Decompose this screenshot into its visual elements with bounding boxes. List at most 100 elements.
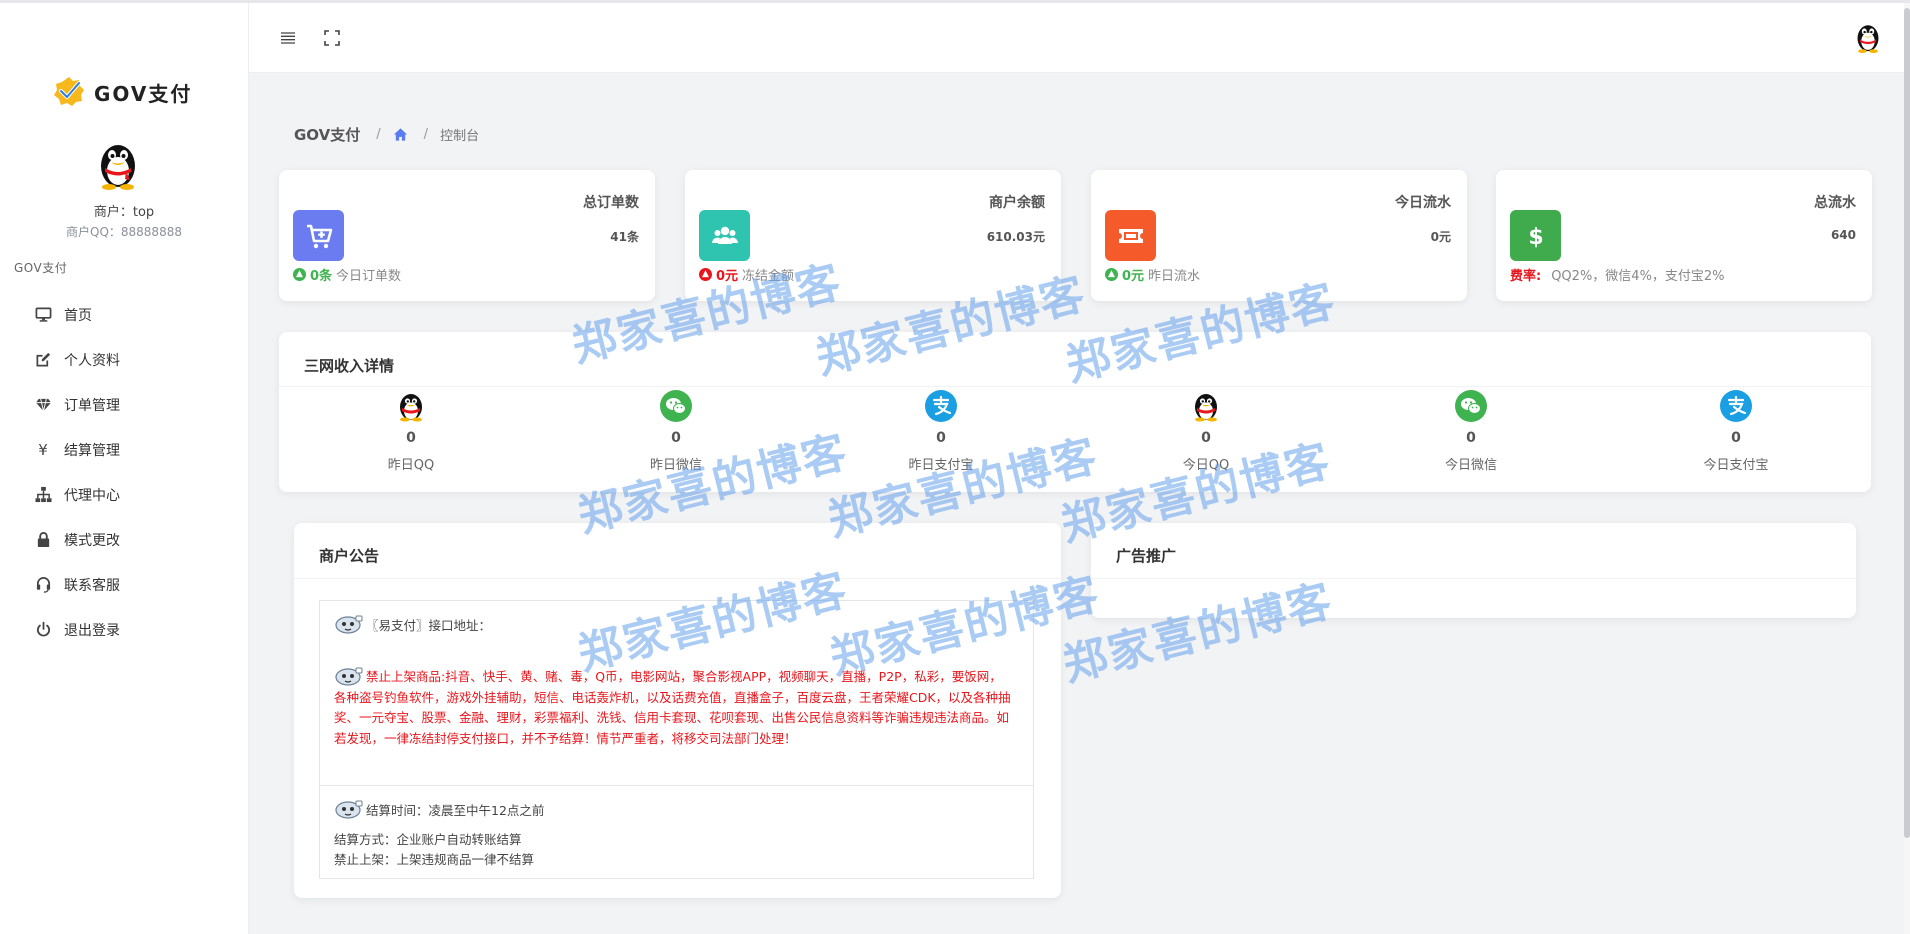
users-icon <box>699 210 750 261</box>
income-value: 0 <box>1731 430 1741 446</box>
divider <box>1091 578 1856 579</box>
notice-line: 结算时间：凌晨至中午12点之前 <box>334 798 544 820</box>
sidebar-item-profile[interactable]: 个人资料 <box>0 337 248 382</box>
hamburger-icon <box>281 32 295 44</box>
alipay-icon <box>1720 390 1752 422</box>
power-icon <box>34 621 52 639</box>
income-label: 昨日QQ <box>387 458 435 473</box>
brand-name: GOV支付 <box>94 81 193 106</box>
stat-title: 总订单数 <box>583 195 639 211</box>
sidebar-item-home[interactable]: 首页 <box>0 292 248 337</box>
stat-footer-label: 冻结金额 <box>742 269 795 284</box>
sidebar: GOV支付 商户：top 商户QQ：88888888 GOV支付 首页 个人资料 <box>0 3 249 934</box>
sidebar-item-label: 模式更改 <box>64 532 120 549</box>
sidebar-item-label: 代理中心 <box>64 487 120 504</box>
breadcrumb-root[interactable]: GOV支付 <box>294 124 360 145</box>
notice-box: 〖易支付〗接口地址： 禁止上架商品:抖音、快手、黄、赌、毒，Q币，电影网站，聚合… <box>319 600 1034 879</box>
arrow-up-icon: ▲ <box>1105 268 1118 281</box>
notice-prohibited-text: 禁止上架商品:抖音、快手、黄、赌、毒，Q币，电影网站，聚合影视APP，视频聊天，… <box>334 669 1011 746</box>
breadcrumb-separator: / <box>423 127 429 142</box>
income-details-card: 三网收入详情 0 昨日QQ 0 昨日微信 0 昨日支付宝 0 今日QQ 0 今日… <box>279 332 1871 492</box>
emoticon-icon <box>335 615 363 634</box>
stat-footer-amount: 0元 <box>1122 269 1145 284</box>
stat-card-total-flow: 总流水 640 $ 费率: QQ2%，微信4%，支付宝2% <box>1496 170 1872 301</box>
sidebar-item-support[interactable]: 联系客服 <box>0 562 248 607</box>
income-label: 昨日支付宝 <box>908 458 974 473</box>
ticket-icon <box>1105 210 1156 261</box>
sidebar-item-label: 联系客服 <box>64 577 120 594</box>
brand[interactable]: GOV支付 <box>52 75 192 109</box>
income-title: 三网收入详情 <box>304 357 395 375</box>
sidebar-item-settlement[interactable]: ¥ 结算管理 <box>0 427 248 472</box>
menu-toggle-button[interactable] <box>277 27 299 49</box>
sidebar-item-label: 退出登录 <box>64 622 120 639</box>
income-item: 0 昨日QQ <box>336 390 486 473</box>
notice-section: 结算时间：凌晨至中午12点之前 结算方式：企业账户自动转账结算 禁止上架：上架违… <box>320 786 1033 878</box>
scrollbar-thumb[interactable] <box>1904 8 1910 838</box>
income-label: 今日QQ <box>1182 458 1230 473</box>
stat-footer: ▲ 0条 今日订单数 <box>293 265 401 284</box>
qq-icon <box>1195 394 1217 422</box>
top-header <box>249 3 1910 73</box>
income-label: 今日微信 <box>1444 458 1497 473</box>
notice-api-address: 〖易支付〗接口地址： <box>366 617 492 633</box>
monitor-icon <box>34 306 52 324</box>
notice-section: 〖易支付〗接口地址： 禁止上架商品:抖音、快手、黄、赌、毒，Q币，电影网站，聚合… <box>320 601 1033 786</box>
sidebar-item-agent[interactable]: 代理中心 <box>0 472 248 517</box>
avatar[interactable] <box>96 138 140 190</box>
notice-settle-time: 结算时间：凌晨至中午12点之前 <box>366 802 545 818</box>
headset-icon <box>34 576 52 594</box>
qq-icon <box>400 394 422 422</box>
breadcrumb-current: 控制台 <box>440 129 480 144</box>
sidebar-group-label: GOV支付 <box>14 261 68 275</box>
income-item: 0 昨日微信 <box>601 390 751 473</box>
notice-prohibited: 禁止上架商品:抖音、快手、黄、赌、毒，Q币，电影网站，聚合影视APP，视频聊天，… <box>334 665 1014 749</box>
notice-settle-method: 结算方式：企业账户自动转账结算 <box>334 832 522 847</box>
income-item: 0 今日微信 <box>1396 390 1546 473</box>
sidebar-item-label: 订单管理 <box>64 397 120 414</box>
arrow-up-icon: ▲ <box>699 268 712 281</box>
income-value: 0 <box>1201 430 1211 446</box>
sidebar-item-logout[interactable]: 退出登录 <box>0 607 248 652</box>
stat-footer-label: 今日订单数 <box>336 269 402 284</box>
merchant-qq: 商户QQ：88888888 <box>66 225 182 239</box>
divider <box>279 386 1871 387</box>
income-item: 0 昨日支付宝 <box>866 390 1016 473</box>
stat-footer-amount: 0元 <box>716 269 739 284</box>
stat-footer: ▲ 0元 冻结金额 <box>699 265 794 284</box>
sidebar-item-label: 首页 <box>64 307 92 324</box>
sidebar-item-label: 结算管理 <box>64 442 120 459</box>
notice-ban: 禁止上架：上架违规商品一律不结算 <box>334 852 535 867</box>
divider <box>294 578 1061 579</box>
fullscreen-button[interactable] <box>321 27 343 49</box>
stat-value: 610.03元 <box>986 230 1045 244</box>
income-value: 0 <box>406 430 416 446</box>
wechat-icon <box>1455 390 1487 422</box>
wechat-icon <box>660 390 692 422</box>
emoticon-icon <box>335 667 363 686</box>
income-label: 昨日微信 <box>649 458 702 473</box>
edit-icon <box>34 351 52 369</box>
ad-title: 广告推广 <box>1116 547 1177 565</box>
stat-card-balance: 商户余额 610.03元 ▲ 0元 冻结金额 <box>685 170 1061 301</box>
stat-value: 41条 <box>610 230 639 244</box>
income-value: 0 <box>1466 430 1476 446</box>
sidebar-item-orders[interactable]: 订单管理 <box>0 382 248 427</box>
fullscreen-icon <box>324 30 340 46</box>
income-label: 今日支付宝 <box>1703 458 1769 473</box>
stat-value: 0元 <box>1430 230 1451 244</box>
income-value: 0 <box>671 430 681 446</box>
arrow-up-icon: ▲ <box>293 268 306 281</box>
svg-text:$: $ <box>1528 225 1543 250</box>
dollar-icon: $ <box>1510 210 1561 261</box>
sidebar-item-mode[interactable]: 模式更改 <box>0 517 248 562</box>
stat-card-today-flow: 今日流水 0元 ▲ 0元 昨日流水 <box>1091 170 1467 301</box>
alipay-icon <box>925 390 957 422</box>
header-avatar[interactable] <box>1854 21 1882 53</box>
sidebar-item-label: 个人资料 <box>64 352 120 369</box>
stat-title: 商户余额 <box>989 195 1045 211</box>
stat-footer: 费率: QQ2%，微信4%，支付宝2% <box>1510 265 1725 284</box>
merchant-name: 商户：top <box>93 205 155 220</box>
home-icon[interactable] <box>393 127 408 142</box>
stat-footer-label: QQ2%，微信4%，支付宝2% <box>1551 269 1725 284</box>
